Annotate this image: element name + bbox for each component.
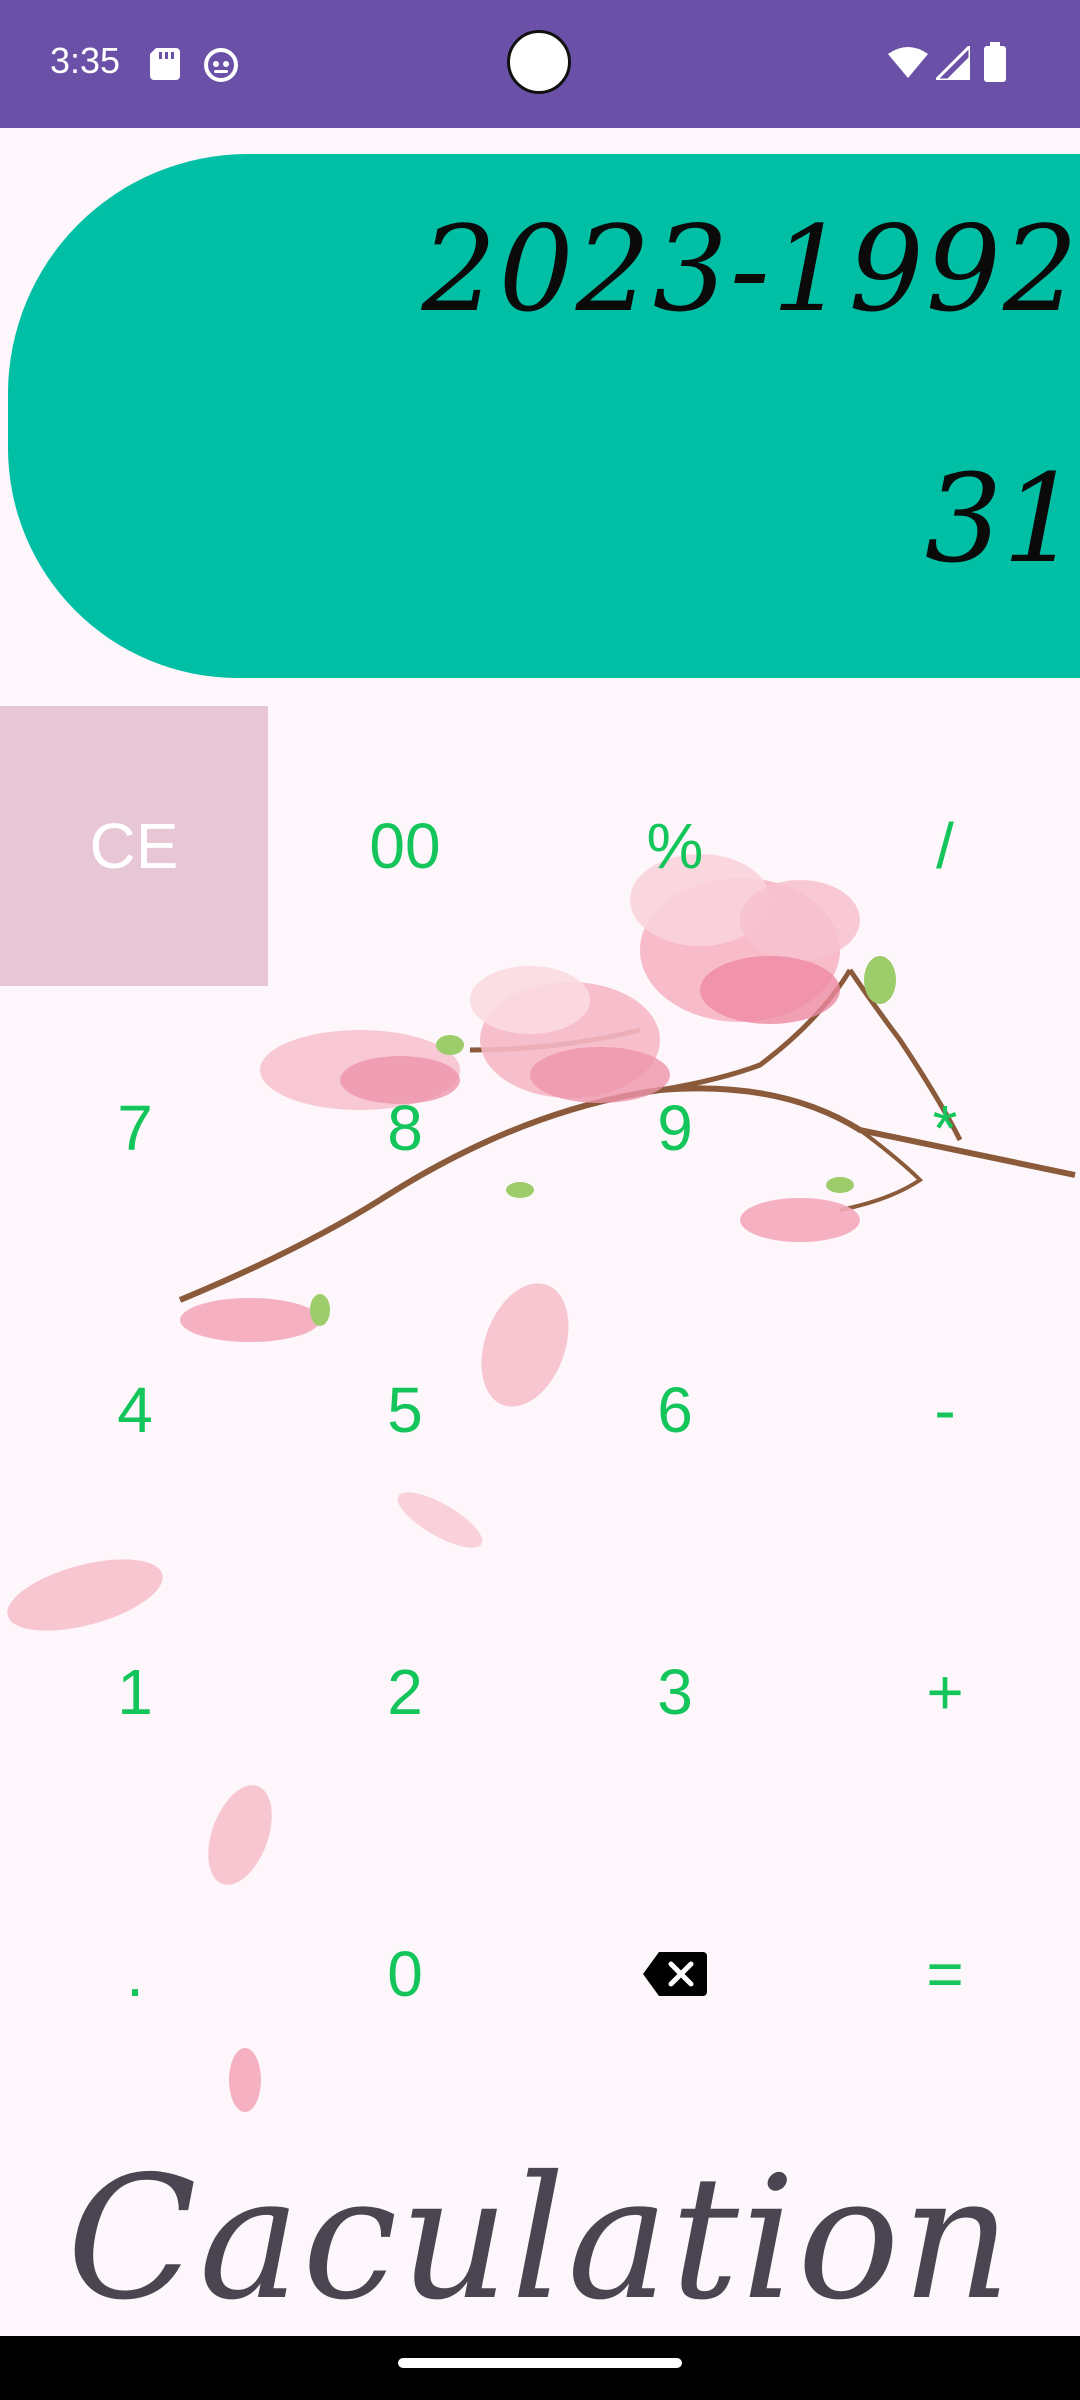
camera-cutout: [507, 30, 571, 94]
backspace-button[interactable]: [540, 1834, 810, 2114]
battery-icon: [984, 42, 1006, 82]
double-zero-button[interactable]: 00: [270, 706, 540, 986]
decimal-point-button[interactable]: .: [0, 1834, 270, 2114]
equals-button[interactable]: =: [810, 1834, 1080, 2114]
digit-3-button[interactable]: 3: [540, 1552, 810, 1832]
navigation-bar: [0, 2336, 1080, 2400]
backspace-icon: [643, 1952, 707, 1996]
digit-0-button[interactable]: 0: [270, 1834, 540, 2114]
home-gesture-handle[interactable]: [398, 2358, 682, 2368]
status-time: 3:35: [50, 40, 121, 81]
digit-4-button[interactable]: 4: [0, 1270, 270, 1550]
digit-5-button[interactable]: 5: [270, 1270, 540, 1550]
result-display: 31: [924, 448, 1080, 590]
digit-2-button[interactable]: 2: [270, 1552, 540, 1832]
app-title: Caculation: [66, 2140, 1014, 2338]
digit-1-button[interactable]: 1: [0, 1552, 270, 1832]
signal-icon: [936, 46, 970, 80]
sd-card-icon: [150, 48, 180, 80]
digit-9-button[interactable]: 9: [540, 988, 810, 1268]
plus-button[interactable]: +: [810, 1552, 1080, 1832]
expression-display: 2023-1992: [421, 200, 1080, 338]
digit-6-button[interactable]: 6: [540, 1270, 810, 1550]
percent-button[interactable]: %: [540, 706, 810, 986]
divide-button[interactable]: /: [810, 706, 1080, 986]
wifi-icon: [888, 47, 928, 78]
digit-8-button[interactable]: 8: [270, 988, 540, 1268]
clear-entry-button[interactable]: CE: [0, 706, 268, 986]
notification-icon: [204, 48, 238, 82]
digit-7-button[interactable]: 7: [0, 988, 270, 1268]
status-bar: 3:35: [0, 0, 1080, 128]
minus-button[interactable]: -: [810, 1270, 1080, 1550]
multiply-button[interactable]: *: [810, 988, 1080, 1268]
